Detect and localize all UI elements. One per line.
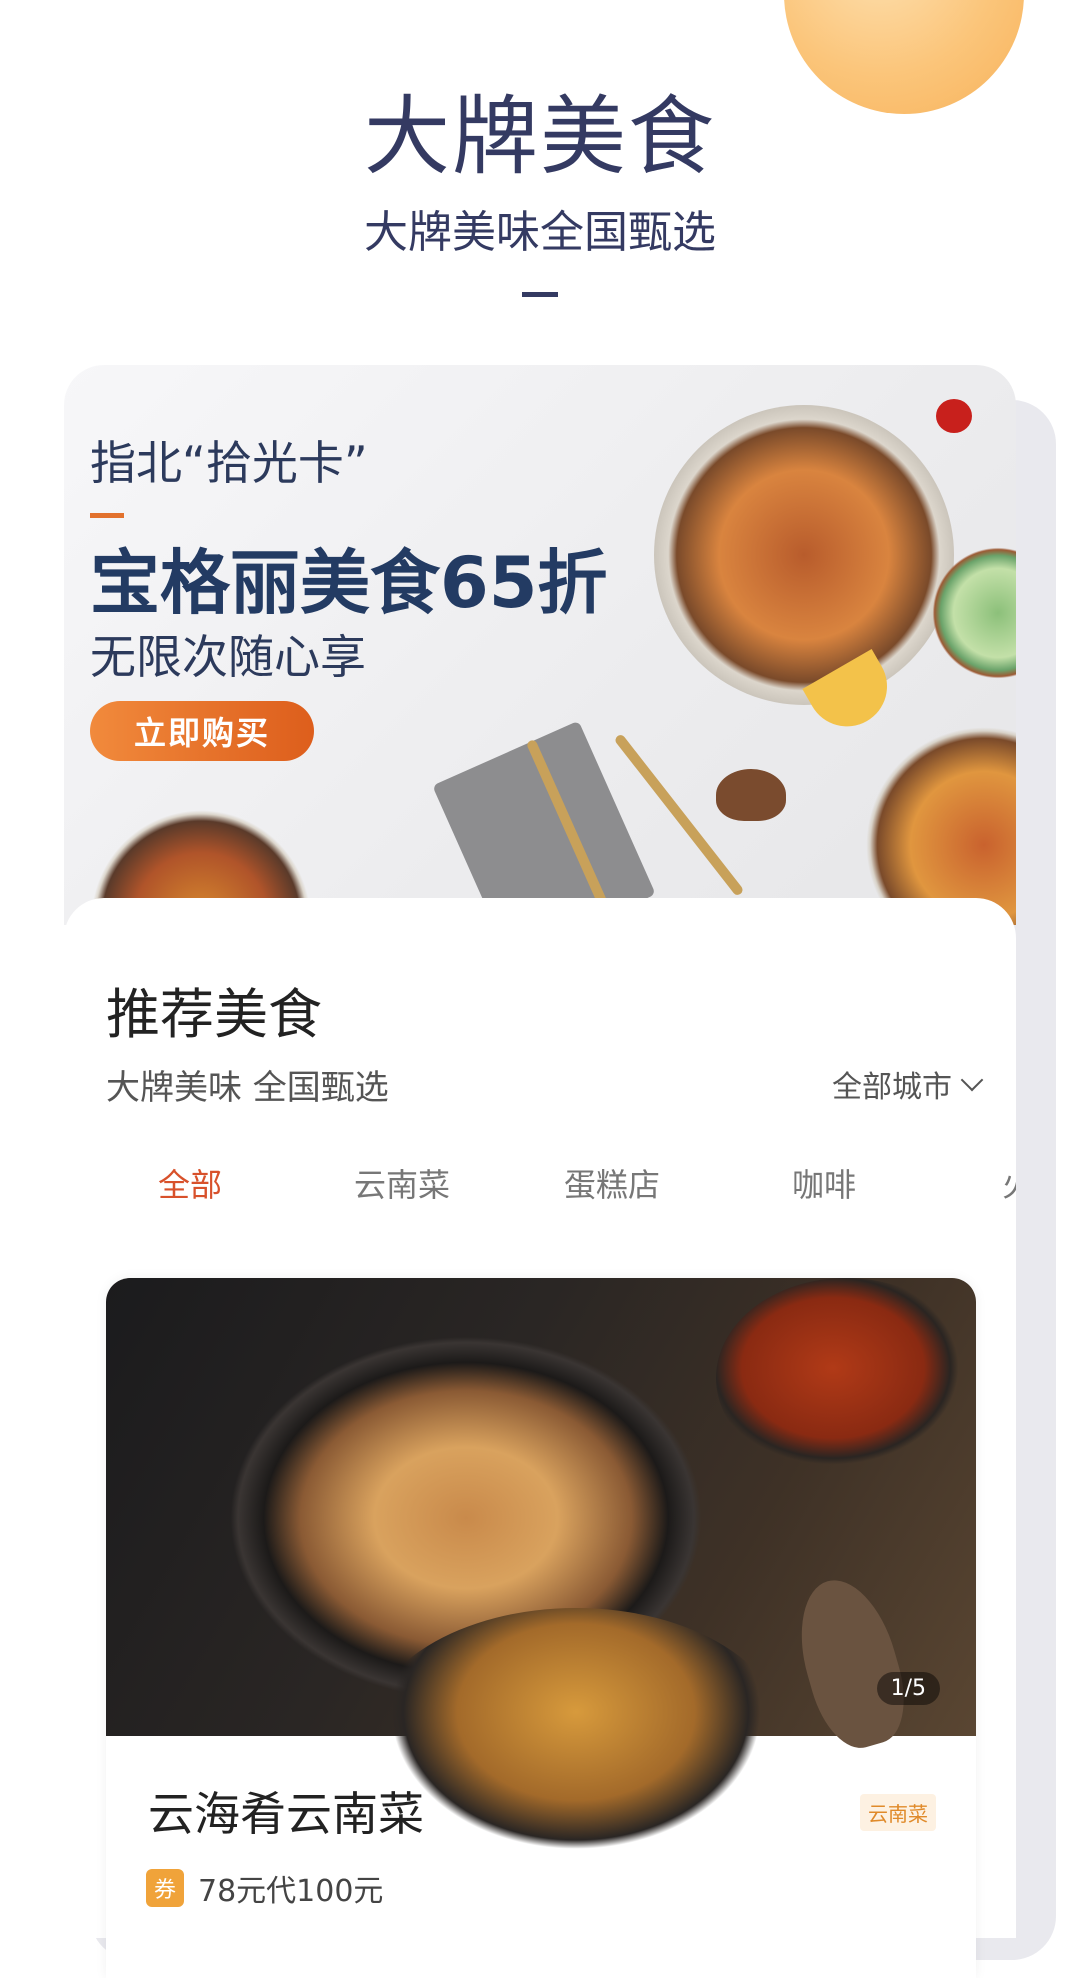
coupon-row: 券 78元代100元: [146, 1866, 383, 1910]
tab-hotpot[interactable]: 火: [1002, 1160, 1016, 1206]
tab-coffee[interactable]: 咖啡: [792, 1160, 856, 1206]
soup-bowl-image: [366, 1608, 786, 1868]
banner-subline: 无限次随心享: [90, 630, 366, 684]
chili-bowl-image: [716, 1278, 976, 1478]
promo-banner[interactable]: 指北“拾光卡” 宝格丽美食65折 无限次随心享 立即购买: [64, 365, 1016, 925]
section-title: 推荐美食: [106, 983, 322, 1046]
image-counter: 1/5: [876, 1672, 940, 1705]
buy-now-button[interactable]: 立即购买: [90, 701, 314, 761]
coupon-text: 78元代100元: [198, 1874, 384, 1909]
banner-card-name: 指北“拾光卡”: [90, 436, 368, 490]
restaurant-photo[interactable]: 1/5: [106, 1278, 976, 1868]
restaurant-card[interactable]: 1/5 云海肴云南菜 云南菜 券 78元代100元: [106, 1278, 976, 1978]
city-filter-label: 全部城市: [832, 1070, 952, 1105]
category-badge: 云南菜: [860, 1794, 936, 1831]
page-title: 大牌美食: [364, 87, 716, 187]
category-tabs: 全部 云南菜 蛋糕店 咖啡 火: [64, 1160, 1016, 1220]
banner-divider: [90, 513, 124, 518]
page-subtitle: 大牌美味全国甄选: [364, 207, 716, 258]
tab-cake[interactable]: 蛋糕店: [564, 1160, 660, 1206]
chevron-down-icon: [960, 1068, 984, 1092]
title-divider: [522, 292, 558, 297]
tab-yunnan[interactable]: 云南菜: [354, 1160, 450, 1206]
banner-headline: 宝格丽美食65折: [90, 542, 608, 624]
fries-plate-image-2: [854, 715, 1016, 925]
tab-all[interactable]: 全部: [158, 1160, 222, 1206]
spoon-image: [784, 1568, 918, 1758]
section-tagline: 大牌美味 全国甄选: [106, 1068, 389, 1108]
fries-plate-image: [654, 405, 954, 705]
restaurant-name: 云海肴云南菜: [148, 1787, 424, 1841]
coupon-icon: 券: [146, 1869, 184, 1907]
mushroom-image: [716, 769, 786, 821]
city-filter-dropdown[interactable]: 全部城市: [832, 1062, 984, 1106]
tomato-image: [936, 399, 972, 433]
recommend-section: 推荐美食 大牌美味 全国甄选 全部城市 全部 云南菜 蛋糕店 咖啡 火 1/5 …: [64, 898, 1016, 1978]
